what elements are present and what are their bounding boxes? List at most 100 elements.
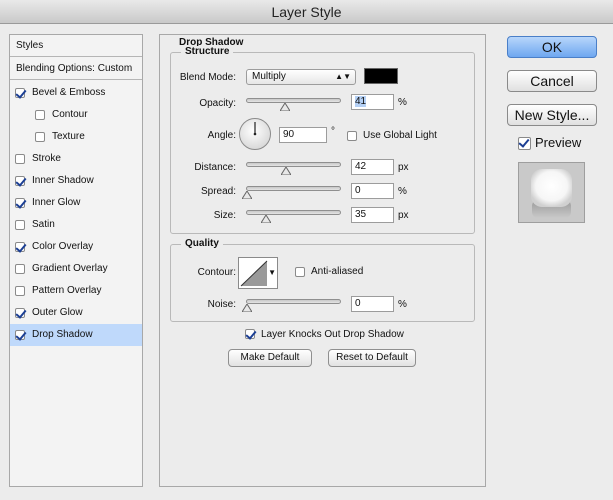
style-item-checkbox[interactable] [15, 264, 25, 274]
style-item-label: Inner Shadow [32, 175, 94, 186]
slider-thumb[interactable] [260, 215, 271, 223]
angle-value: 90 [283, 129, 295, 140]
styles-list: Styles Blending Options: Custom Bevel & … [9, 34, 143, 487]
select-arrows-icon: ▲▼ [335, 72, 351, 81]
noise-input[interactable]: 0 [351, 296, 394, 312]
make-default-button[interactable]: Make Default [228, 349, 312, 367]
style-item-label: Bevel & Emboss [32, 87, 106, 98]
style-item[interactable]: Drop Shadow [10, 324, 142, 346]
noise-label: Noise: [207, 299, 236, 310]
style-item-label: Stroke [32, 153, 61, 164]
distance-label: Distance: [194, 162, 236, 173]
layer-style-dialog: Layer Style Styles Blending Options: Cus… [0, 0, 613, 500]
blend-mode-select[interactable]: Multiply ▲▼ [246, 69, 356, 85]
distance-input[interactable]: 42 [351, 159, 394, 175]
style-item[interactable]: Satin [10, 214, 142, 236]
style-item[interactable]: Contour [10, 104, 142, 126]
preview-swatch-icon [531, 169, 572, 218]
contour-picker[interactable]: ▼ [238, 257, 278, 289]
noise-slider[interactable] [242, 299, 341, 312]
opacity-input[interactable]: 41 [351, 94, 394, 110]
style-item-checkbox[interactable] [15, 154, 25, 164]
blend-mode-value: Multiply [252, 71, 286, 82]
style-item-checkbox[interactable] [15, 308, 25, 318]
style-item-checkbox[interactable] [15, 220, 25, 230]
style-item-checkbox[interactable] [35, 110, 45, 120]
size-unit: px [398, 210, 409, 221]
style-item[interactable]: Outer Glow [10, 302, 142, 324]
knockout-label: Layer Knocks Out Drop Shadow [261, 329, 404, 340]
contour-preview-icon [240, 260, 268, 287]
angle-dial-icon [239, 118, 271, 150]
shadow-color-swatch[interactable] [364, 68, 398, 84]
preview-checkbox[interactable] [518, 137, 531, 150]
style-item-checkbox[interactable] [35, 132, 45, 142]
window-title: Layer Style [0, 0, 613, 24]
new-style-button[interactable]: New Style... [507, 104, 597, 126]
size-value: 35 [355, 209, 367, 220]
spread-label: Spread: [200, 186, 236, 197]
style-item[interactable]: Color Overlay [10, 236, 142, 258]
style-item[interactable]: Pattern Overlay [10, 280, 142, 302]
style-item-label: Gradient Overlay [32, 263, 108, 274]
reset-to-default-button[interactable]: Reset to Default [328, 349, 416, 367]
settings-panel: Drop Shadow Structure Blend Mode: Multip… [159, 34, 486, 487]
contour-label: Contour: [197, 267, 236, 278]
style-item[interactable]: Gradient Overlay [10, 258, 142, 280]
preview-label: Preview [535, 135, 582, 150]
distance-value: 42 [355, 161, 367, 172]
opacity-value: 41 [355, 96, 367, 107]
structure-group: Structure Blend Mode: Multiply ▲▼ Opacit… [170, 46, 475, 234]
style-item[interactable]: Inner Shadow [10, 170, 142, 192]
style-item-label: Drop Shadow [32, 329, 93, 340]
size-slider[interactable] [246, 210, 341, 223]
style-item[interactable]: Inner Glow [10, 192, 142, 214]
style-item-checkbox[interactable] [15, 242, 25, 252]
slider-thumb[interactable] [242, 304, 252, 312]
style-item-label: Satin [32, 219, 55, 230]
style-item-checkbox[interactable] [15, 330, 25, 340]
use-global-light-label: Use Global Light [363, 130, 437, 141]
spread-input[interactable]: 0 [351, 183, 394, 199]
angle-dial[interactable] [238, 117, 272, 151]
style-item-checkbox[interactable] [15, 88, 25, 98]
noise-unit: % [398, 299, 407, 310]
distance-unit: px [398, 162, 409, 173]
contour-dropdown-icon[interactable]: ▼ [268, 268, 276, 277]
style-item-checkbox[interactable] [15, 198, 25, 208]
blend-mode-label: Blend Mode: [179, 72, 236, 83]
slider-thumb[interactable] [242, 191, 252, 199]
spread-slider[interactable] [242, 186, 341, 199]
slider-thumb[interactable] [281, 167, 292, 175]
quality-group: Quality Contour: ▼ Anti-aliased Noise: 0… [170, 238, 475, 322]
noise-value: 0 [355, 298, 361, 309]
angle-input[interactable]: 90 [279, 127, 327, 143]
spread-value: 0 [355, 185, 361, 196]
cancel-button[interactable]: Cancel [507, 70, 597, 92]
structure-legend: Structure [181, 46, 234, 57]
style-item[interactable]: Stroke [10, 148, 142, 170]
size-input[interactable]: 35 [351, 207, 394, 223]
style-item-label: Color Overlay [32, 241, 94, 252]
style-item-label: Outer Glow [32, 307, 83, 318]
style-item-checkbox[interactable] [15, 176, 25, 186]
slider-thumb[interactable] [280, 103, 291, 111]
styles-header[interactable]: Styles [10, 35, 142, 57]
style-item[interactable]: Texture [10, 126, 142, 148]
use-global-light-checkbox[interactable] [347, 131, 357, 141]
style-item-label: Contour [52, 109, 88, 120]
spread-unit: % [398, 186, 407, 197]
angle-unit: ° [331, 126, 335, 137]
style-preview-thumbnail [518, 162, 585, 223]
blending-options-item[interactable]: Blending Options: Custom [10, 58, 142, 80]
quality-legend: Quality [181, 238, 223, 249]
style-item[interactable]: Bevel & Emboss [10, 82, 142, 104]
opacity-slider[interactable] [246, 98, 341, 111]
anti-aliased-checkbox[interactable] [295, 267, 305, 277]
style-item-checkbox[interactable] [15, 286, 25, 296]
size-label: Size: [213, 210, 236, 221]
distance-slider[interactable] [246, 162, 341, 175]
opacity-label: Opacity: [199, 98, 236, 109]
ok-button[interactable]: OK [507, 36, 597, 58]
knockout-checkbox[interactable] [245, 329, 255, 339]
